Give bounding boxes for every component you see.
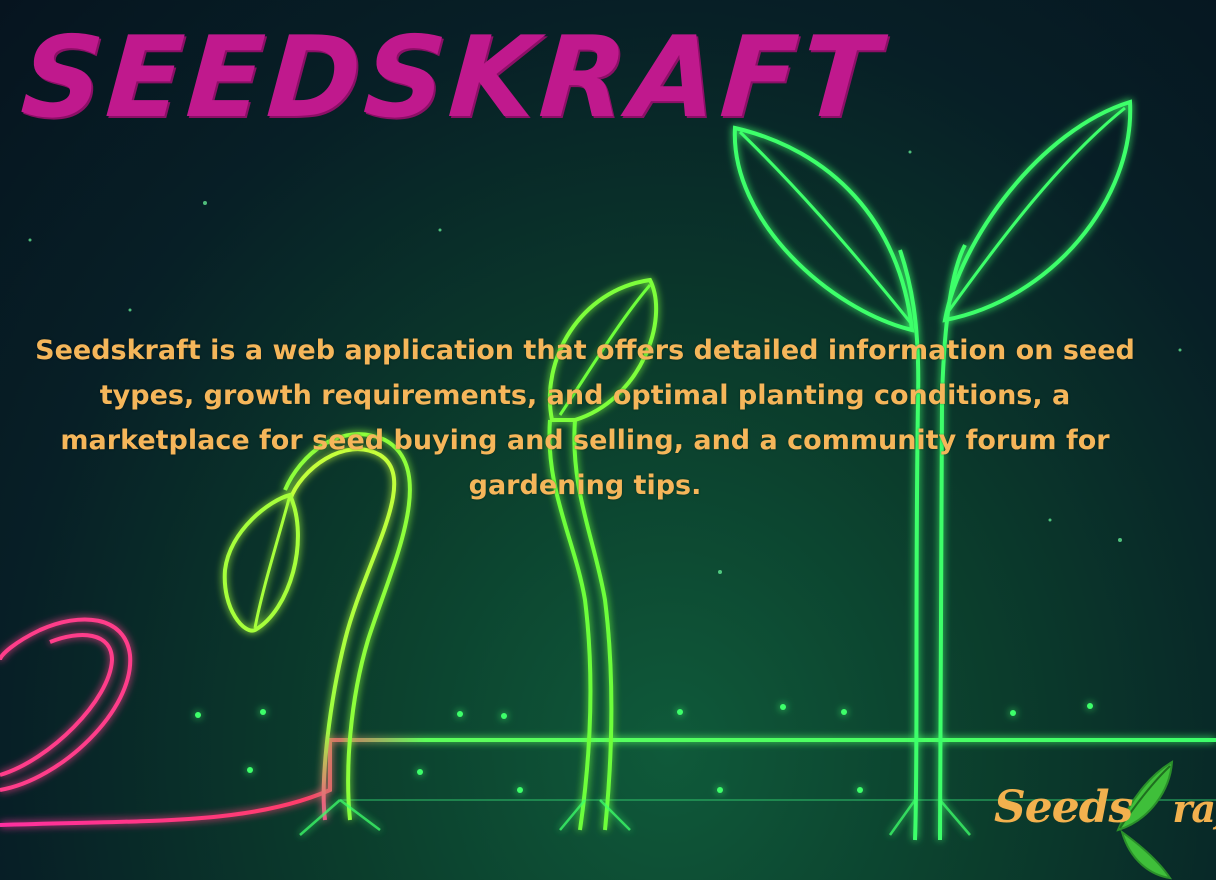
logo-text-end: raft (1172, 786, 1216, 831)
logo-wordmark: Seeds raft (994, 782, 1216, 833)
seedskraft-logo: Seeds raft (990, 760, 1216, 880)
seed-shape (0, 617, 133, 792)
logo-text-start: Seeds (994, 782, 1133, 833)
poster-description: Seedskraft is a web application that off… (35, 335, 1135, 501)
poster-title: SEEDSKRAFT (17, 13, 887, 143)
roots (299, 799, 971, 836)
